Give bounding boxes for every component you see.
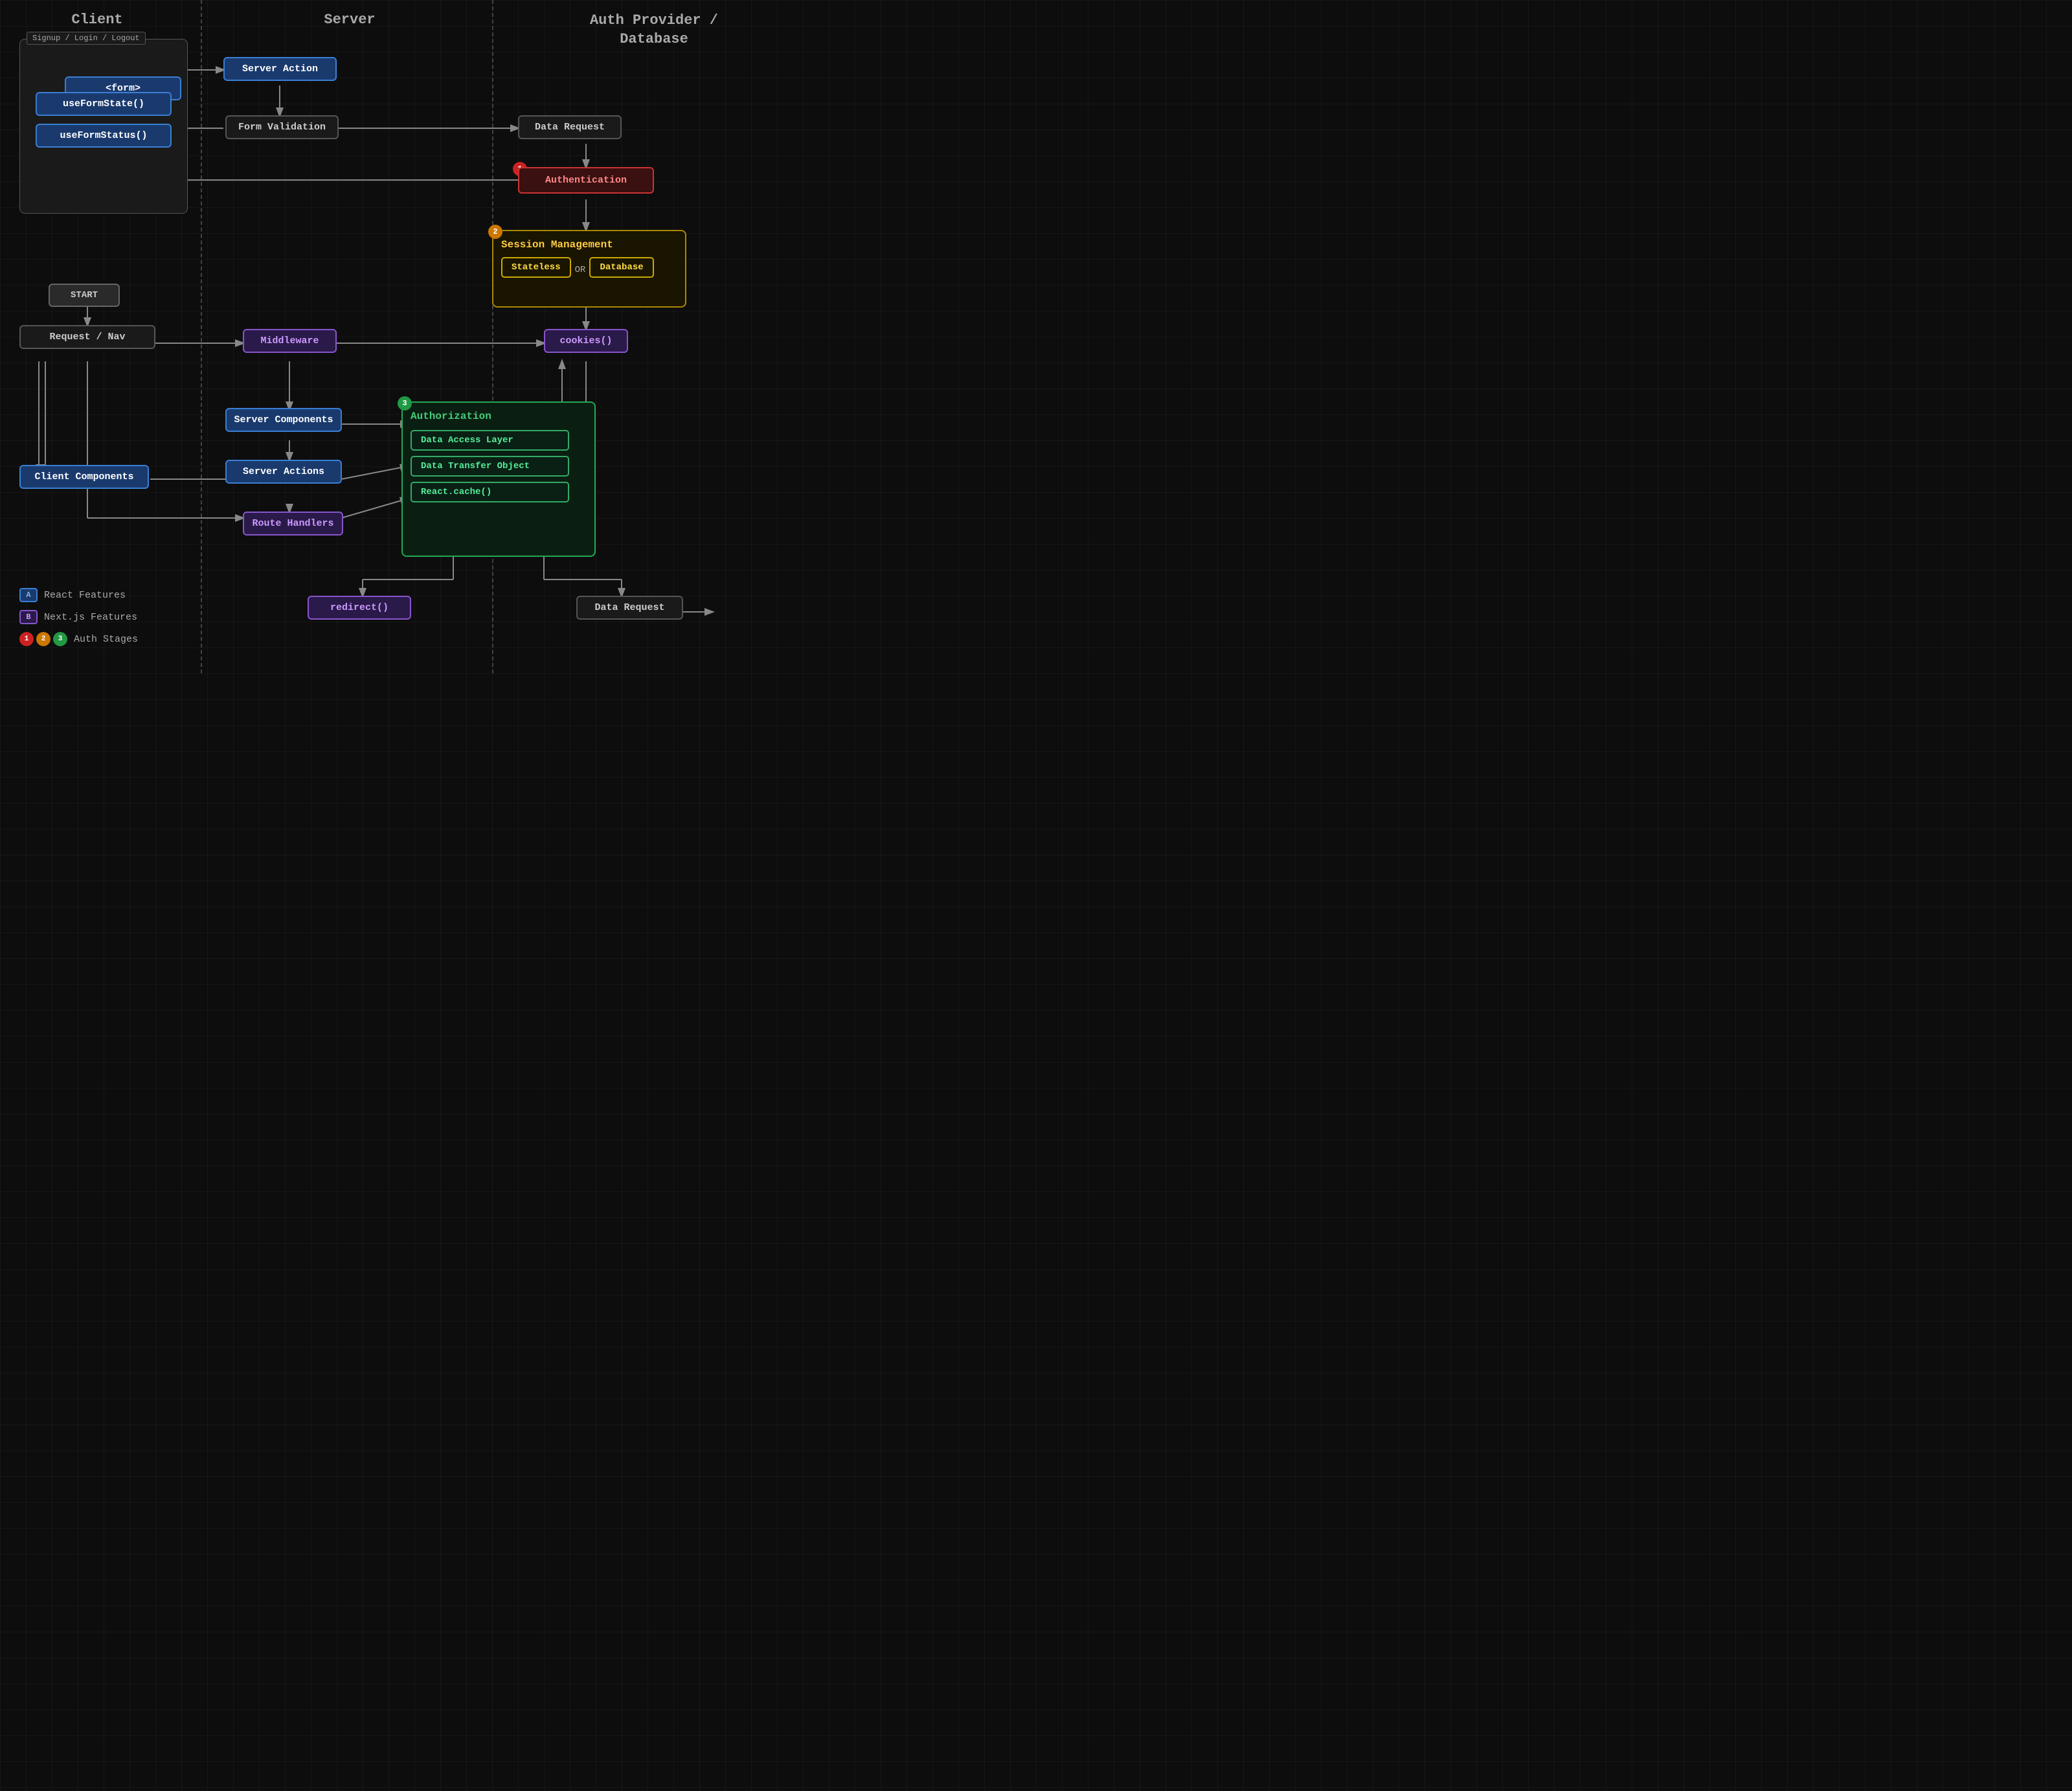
diagram-container: Client Server Auth Provider /Database bbox=[0, 0, 777, 673]
authorization-label: Authorization bbox=[411, 411, 587, 422]
react-cache-node: React.cache() bbox=[411, 482, 569, 502]
client-header: Client bbox=[26, 12, 168, 28]
data-request-bottom-node: Data Request bbox=[576, 596, 683, 620]
legend-react-label: React Features bbox=[44, 590, 126, 601]
legend-badge-2: 2 bbox=[36, 632, 51, 646]
server-components-node: Server Components bbox=[225, 408, 342, 432]
legend-nextjs: B Next.js Features bbox=[19, 610, 138, 624]
legend-nextjs-label: Next.js Features bbox=[44, 612, 137, 623]
session-badge-2: 2 bbox=[488, 225, 502, 239]
use-form-state-node: useFormState() bbox=[36, 92, 172, 116]
server-header: Server bbox=[278, 12, 421, 28]
middleware-node: Middleware bbox=[243, 329, 337, 353]
redirect-node: redirect() bbox=[308, 596, 411, 620]
legend-nextjs-icon: B bbox=[19, 610, 38, 624]
legend-auth-stages-label: Auth Stages bbox=[74, 634, 138, 645]
legend-badge-3: 3 bbox=[53, 632, 67, 646]
cookies-node: cookies() bbox=[544, 329, 628, 353]
legend-react: A React Features bbox=[19, 588, 138, 602]
data-access-layer-node: Data Access Layer bbox=[411, 430, 569, 451]
legend-auth-stages: 1 2 3 Auth Stages bbox=[19, 632, 138, 646]
server-actions-node: Server Actions bbox=[225, 460, 342, 484]
start-node: START bbox=[49, 284, 120, 307]
or-text: OR bbox=[575, 265, 586, 275]
form-validation-node: Form Validation bbox=[225, 115, 339, 139]
legend: A React Features B Next.js Features 1 2 … bbox=[19, 588, 138, 654]
divider-server-auth bbox=[492, 0, 493, 673]
stateless-node: Stateless bbox=[501, 257, 571, 278]
use-form-status-node: useFormStatus() bbox=[36, 124, 172, 148]
data-transfer-object-node: Data Transfer Object bbox=[411, 456, 569, 477]
session-management-label: Session Management bbox=[501, 239, 677, 251]
route-handlers-node: Route Handlers bbox=[243, 512, 343, 535]
data-request-top-node: Data Request bbox=[518, 115, 622, 139]
session-management-group: 2 Session Management Stateless OR Databa… bbox=[492, 230, 686, 308]
client-components-node: Client Components bbox=[19, 465, 149, 489]
auth-provider-header: Auth Provider /Database bbox=[563, 12, 745, 49]
auth-badge-3: 3 bbox=[398, 396, 412, 411]
database-node: Database bbox=[589, 257, 653, 278]
divider-client-server bbox=[201, 0, 202, 673]
legend-badge-1: 1 bbox=[19, 632, 34, 646]
authorization-group: 3 Authorization Data Access Layer Data T… bbox=[401, 401, 596, 557]
signup-group: Signup / Login / Logout <form> useFormSt… bbox=[19, 39, 188, 214]
authentication-node: Authentication bbox=[518, 167, 654, 194]
request-nav-node: Request / Nav bbox=[19, 325, 155, 349]
legend-react-icon: A bbox=[19, 588, 38, 602]
server-action-top-node: Server Action bbox=[223, 57, 337, 81]
signup-group-label: Signup / Login / Logout bbox=[27, 32, 146, 45]
